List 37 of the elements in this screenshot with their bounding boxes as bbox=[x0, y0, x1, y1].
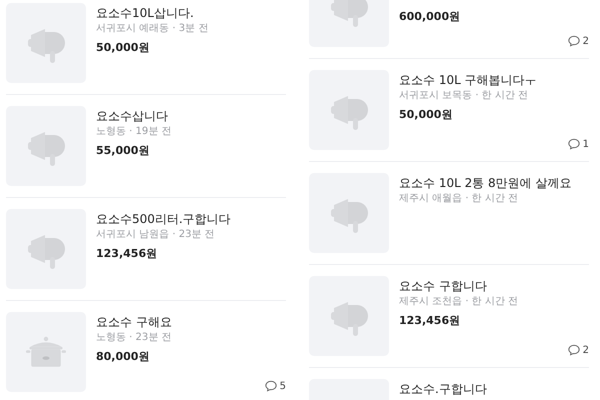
listing-price: 123,456원 bbox=[399, 313, 462, 329]
listing-title[interactable]: 요소수 구해요 bbox=[96, 314, 286, 330]
comment-count: 2 bbox=[582, 344, 589, 356]
thumbnail[interactable] bbox=[6, 312, 86, 392]
listing-title[interactable]: 요소수 10L 구해봅니다ㅜ bbox=[399, 72, 589, 88]
comment-count: 2 bbox=[582, 36, 589, 46]
listing-title[interactable]: 요소수 구합니다 bbox=[399, 278, 589, 294]
listing-price: 123,456원 bbox=[96, 246, 158, 262]
listing-price: 80,000원 bbox=[96, 349, 150, 365]
thumbnail[interactable] bbox=[6, 3, 86, 83]
listing-price: 55,000원 bbox=[96, 143, 150, 159]
listing-price: 50,000원 bbox=[399, 107, 454, 123]
listing-meta: 서귀포시 보목동 · 한 시간 전 bbox=[399, 89, 530, 103]
listing-title[interactable]: 요소수삽니다 bbox=[96, 108, 286, 124]
comment-count: 5 bbox=[280, 380, 286, 392]
listing-meta: 제주시 애월읍 · 한 시간 전 bbox=[399, 192, 520, 206]
listing-price: 600,000원 bbox=[399, 9, 462, 25]
comment-icon bbox=[568, 35, 580, 47]
listing-meta: 노형동 · 23분 전 bbox=[96, 331, 172, 345]
comment-icon bbox=[568, 344, 580, 356]
listing-meta: 노형동 · 19분 전 bbox=[96, 125, 172, 139]
listing-title[interactable]: 요소수.구합니다 bbox=[399, 381, 589, 397]
listing-meta: 서귀포시 예래동 · 3분 전 bbox=[96, 22, 210, 36]
listing-title[interactable]: 요소수 10L 2통 8만원에 살께요 bbox=[399, 175, 589, 191]
thumbnail[interactable] bbox=[309, 70, 389, 150]
listing-meta: 서귀포시 남원읍 · 23분 전 bbox=[96, 228, 216, 242]
comment-count: 1 bbox=[582, 138, 589, 150]
listing-title[interactable]: 요소수10L삽니다. bbox=[96, 5, 286, 21]
thumbnail[interactable] bbox=[309, 276, 389, 356]
thumbnail[interactable] bbox=[6, 209, 86, 289]
comment-icon bbox=[264, 380, 277, 392]
comment-icon bbox=[568, 138, 580, 150]
listing-price: 50,000원 bbox=[96, 40, 150, 56]
thumbnail[interactable] bbox=[309, 173, 389, 253]
thumbnail[interactable] bbox=[6, 106, 86, 186]
listing-meta: 제주시 조천읍 · 한 시간 전 bbox=[399, 295, 520, 309]
listing-title[interactable]: 요소수500리터.구합니다 bbox=[96, 211, 286, 227]
